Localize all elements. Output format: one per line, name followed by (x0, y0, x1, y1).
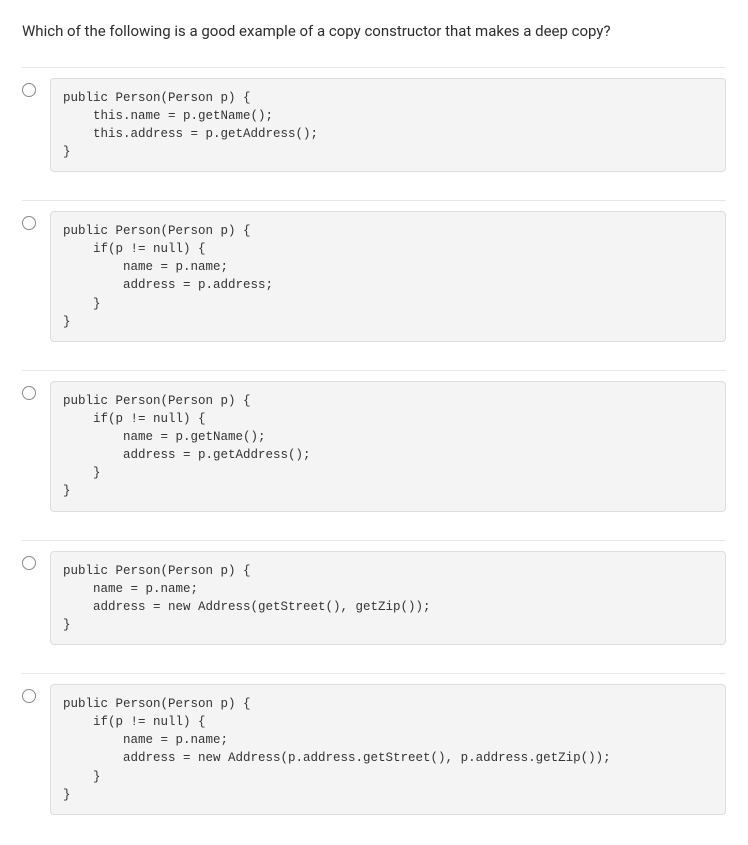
option-content: public Person(Person p) { this.name = p.… (50, 78, 726, 173)
option-row[interactable]: public Person(Person p) { if(p != null) … (22, 371, 726, 541)
option-content: public Person(Person p) { if(p != null) … (50, 684, 726, 815)
radio-button[interactable] (22, 216, 36, 230)
radio-cell (22, 551, 50, 574)
radio-button[interactable] (22, 386, 36, 400)
option-row[interactable]: public Person(Person p) { name = p.name;… (22, 541, 726, 675)
option-content: public Person(Person p) { name = p.name;… (50, 551, 726, 646)
option-content: public Person(Person p) { if(p != null) … (50, 381, 726, 512)
radio-button[interactable] (22, 689, 36, 703)
option-row[interactable]: public Person(Person p) { if(p != null) … (22, 201, 726, 371)
radio-button[interactable] (22, 83, 36, 97)
code-block: public Person(Person p) { if(p != null) … (50, 381, 726, 512)
radio-cell (22, 684, 50, 707)
radio-cell (22, 381, 50, 404)
radio-cell (22, 78, 50, 101)
options-list: public Person(Person p) { this.name = p.… (22, 67, 726, 825)
option-content: public Person(Person p) { if(p != null) … (50, 211, 726, 342)
code-block: public Person(Person p) { if(p != null) … (50, 684, 726, 815)
option-row[interactable]: public Person(Person p) { this.name = p.… (22, 68, 726, 202)
code-block: public Person(Person p) { this.name = p.… (50, 78, 726, 173)
radio-button[interactable] (22, 556, 36, 570)
code-block: public Person(Person p) { name = p.name;… (50, 551, 726, 646)
code-block: public Person(Person p) { if(p != null) … (50, 211, 726, 342)
option-row[interactable]: public Person(Person p) { if(p != null) … (22, 674, 726, 825)
radio-cell (22, 211, 50, 234)
question-text: Which of the following is a good example… (22, 20, 726, 43)
